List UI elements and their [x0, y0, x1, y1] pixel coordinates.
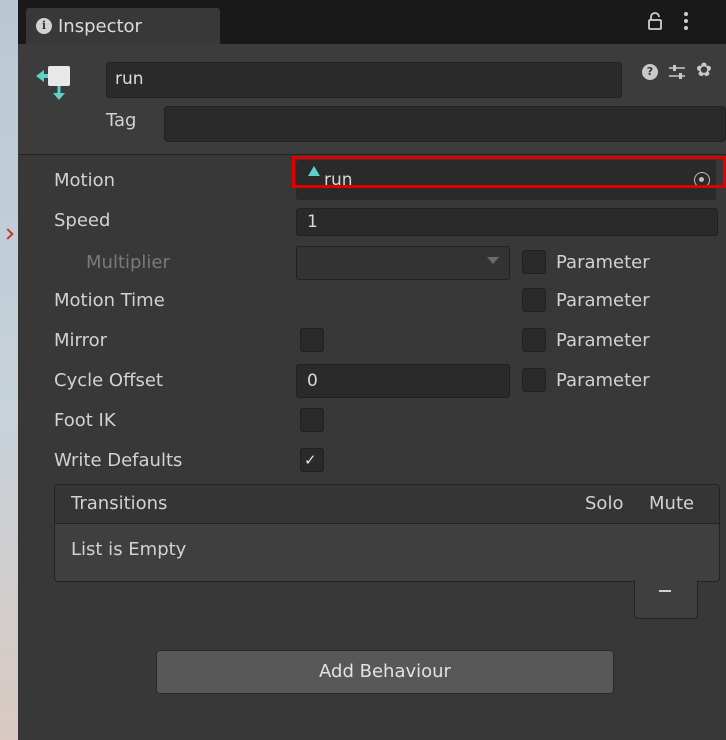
lock-icon[interactable] — [648, 12, 662, 30]
transitions-title: Transitions — [71, 493, 168, 514]
motion-time-parameter-label: Parameter — [556, 290, 650, 311]
inspector-header: run ? ✿ Tag — [18, 44, 726, 155]
tab-inspector[interactable]: i Inspector — [26, 8, 220, 44]
mirror-parameter-label: Parameter — [556, 330, 650, 351]
speed-label: Speed — [54, 210, 111, 231]
cycle-offset-value: 0 — [307, 371, 318, 391]
remove-transition-button[interactable] — [634, 580, 698, 619]
tag-field[interactable] — [164, 106, 726, 142]
info-icon: i — [36, 18, 52, 34]
add-behaviour-button[interactable]: Add Behaviour — [156, 650, 614, 694]
cycle-offset-label: Cycle Offset — [54, 370, 163, 391]
help-icon[interactable]: ? — [642, 64, 658, 80]
cycle-offset-field[interactable]: 0 — [296, 364, 510, 398]
tab-title: Inspector — [58, 16, 142, 37]
multiplier-dropdown[interactable] — [296, 246, 510, 280]
motion-label: Motion — [54, 170, 116, 191]
chevron-down-icon — [487, 257, 499, 264]
kebab-menu-icon[interactable] — [684, 12, 690, 32]
multiplier-parameter-checkbox[interactable] — [522, 250, 546, 274]
mirror-parameter-checkbox[interactable] — [522, 328, 546, 352]
foot-ik-checkbox[interactable] — [300, 408, 324, 432]
write-defaults-checkbox[interactable]: ✓ — [300, 448, 324, 472]
tab-bar: i Inspector — [18, 0, 726, 44]
minus-icon — [659, 590, 671, 592]
write-defaults-label: Write Defaults — [54, 450, 183, 471]
mirror-checkbox[interactable] — [300, 328, 324, 352]
state-name-value: run — [115, 69, 144, 89]
checkmark-icon: ✓ — [304, 451, 317, 469]
cycle-offset-parameter-checkbox[interactable] — [522, 368, 546, 392]
motion-time-parameter-checkbox[interactable] — [522, 288, 546, 312]
transitions-list: Transitions Solo Mute List is Empty — [54, 484, 720, 582]
foot-ik-label: Foot IK — [54, 410, 116, 431]
background-arrow-fragment — [2, 228, 14, 240]
list-empty-label: List is Empty — [71, 539, 187, 560]
cycle-offset-parameter-label: Parameter — [556, 370, 650, 391]
speed-field[interactable]: 1 — [296, 208, 718, 236]
highlight-box — [292, 156, 726, 188]
transitions-header: Transitions Solo Mute — [55, 485, 719, 524]
multiplier-parameter-label: Parameter — [556, 252, 650, 273]
motion-time-label: Motion Time — [54, 290, 165, 311]
animator-state-icon — [36, 66, 70, 100]
mirror-label: Mirror — [54, 330, 108, 351]
multiplier-label: Multiplier — [86, 252, 170, 273]
state-name-field[interactable]: run — [106, 62, 622, 98]
settings-gear-icon[interactable]: ✿ — [696, 60, 712, 80]
presets-icon[interactable] — [668, 64, 686, 80]
speed-value: 1 — [307, 212, 318, 232]
inspector-panel: i Inspector run ? ✿ Tag Motion run Speed… — [18, 0, 726, 740]
tag-label: Tag — [106, 110, 137, 131]
mute-column-header: Mute — [649, 493, 695, 514]
solo-column-header: Solo — [585, 493, 624, 514]
